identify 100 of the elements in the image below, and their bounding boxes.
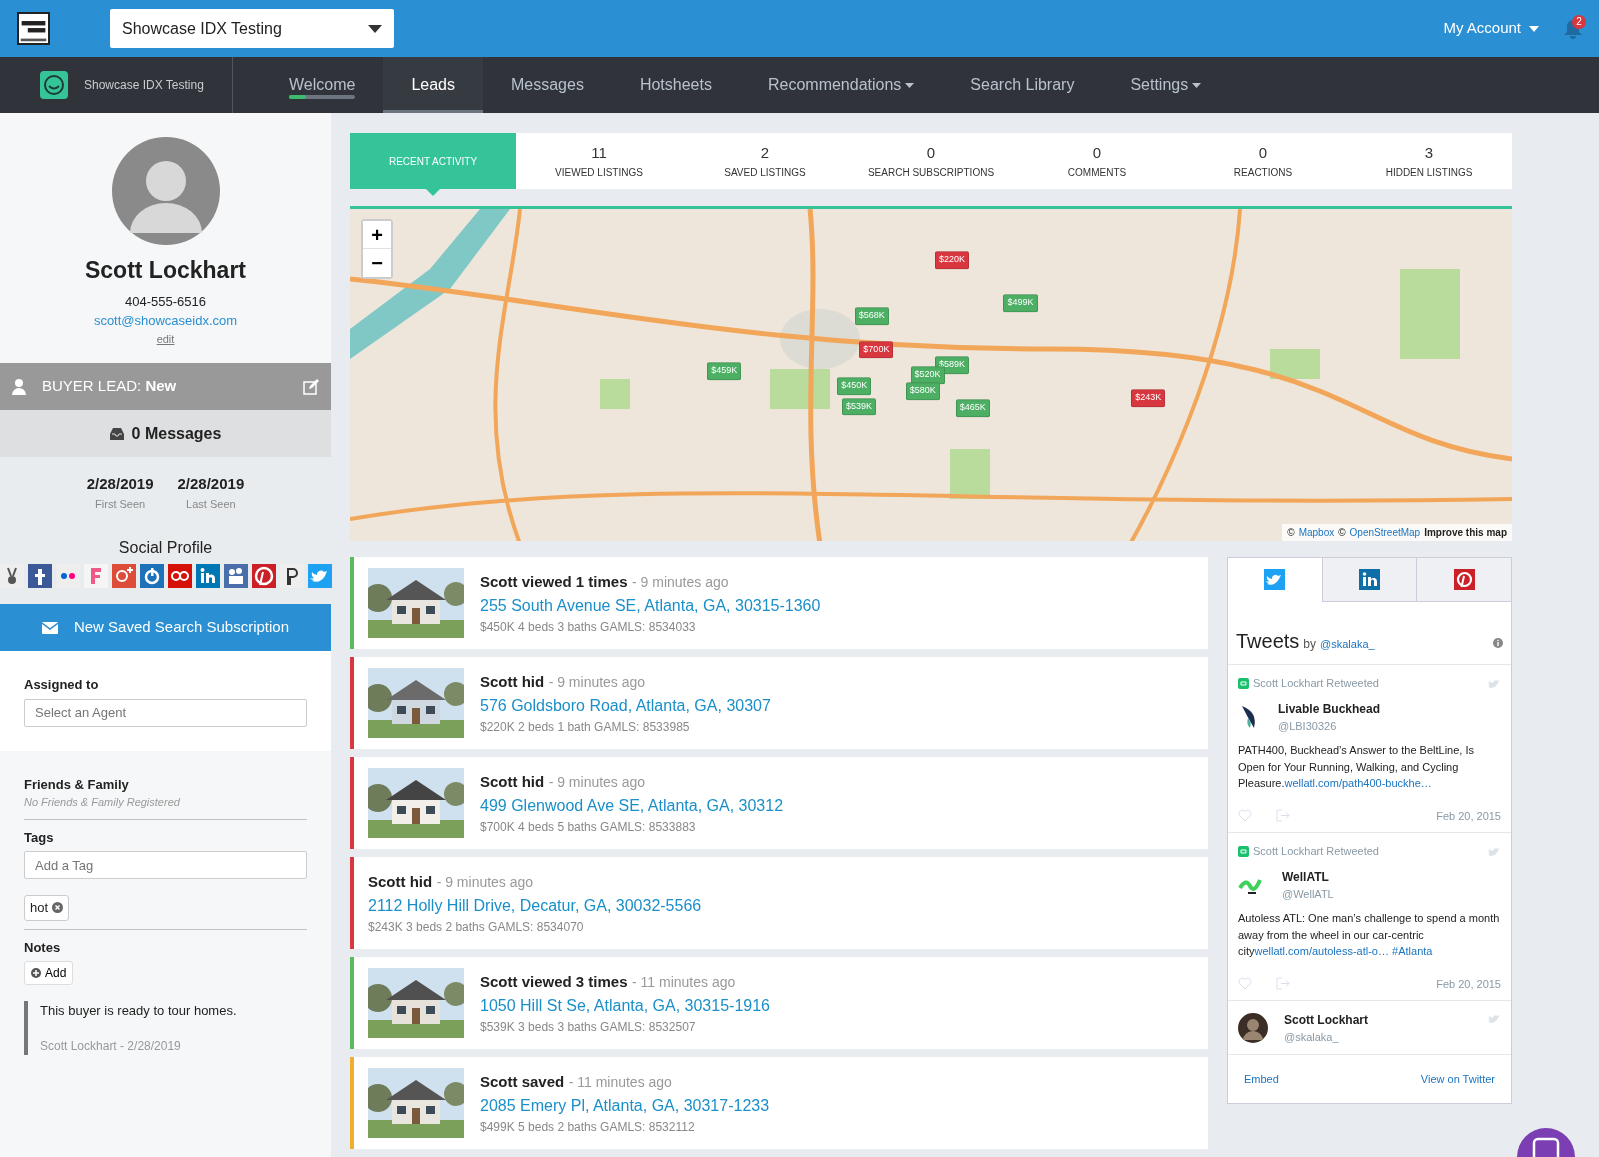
price-pin[interactable]: $220K (934, 251, 969, 270)
activity-tab[interactable]: 0 COMMENTS (1014, 133, 1180, 189)
social-tab[interactable] (1321, 558, 1417, 602)
activity-title: Scott hid (480, 773, 545, 790)
nav-tab[interactable]: Messages (483, 57, 612, 113)
tweet-link[interactable]: wellatl.com/path400-buckhe… (1284, 777, 1432, 789)
account-name: WellATL (1282, 868, 1330, 886)
activity-time: - 9 minutes ago (548, 774, 646, 790)
address-link[interactable]: 1050 Hill St Se, Atlanta, GA, 30315-1916 (480, 997, 770, 1014)
activity-time: - 9 minutes ago (632, 574, 729, 590)
activity-time: - 11 minutes ago (568, 1074, 672, 1090)
progress-bar (289, 95, 356, 99)
nav-tab[interactable]: Settings (1102, 57, 1230, 113)
envelope-icon (41, 621, 58, 634)
account-name: Scott Lockhart (1284, 1012, 1368, 1029)
caret-icon (368, 24, 382, 33)
lead-name: Scott Lockhart (85, 256, 246, 285)
account-handle: @WellATL (1282, 886, 1334, 902)
info-icon[interactable] (1493, 638, 1503, 648)
logo-icon[interactable] (17, 12, 50, 45)
social-icon[interactable] (195, 564, 220, 588)
field-label: Assigned to (24, 676, 100, 694)
social-icon[interactable] (223, 564, 248, 588)
address-link[interactable]: 2085 Emery Pl, Atlanta, GA, 30317-1233 (480, 1097, 770, 1114)
social-tab[interactable] (1416, 558, 1511, 602)
nav-tab[interactable]: Leads (383, 57, 483, 113)
date-label: Last Seen (185, 496, 237, 512)
activity-title: Scott viewed 1 times (480, 573, 628, 590)
person-icon (12, 378, 26, 395)
social-icon[interactable] (251, 564, 276, 588)
price-pin[interactable]: $465K (955, 399, 990, 417)
section-title: Notes (24, 938, 62, 957)
note-meta: Scott Lockhart - 2/28/2019 (40, 1037, 182, 1055)
tweet-text: PATH400, Buckhead’s Answer to the BeltLine, Is Open for Your Running, Walking, and Cycling Pleasure.wellatl.com/path400-buckhe… (1238, 743, 1476, 791)
copyright-mark: © (1338, 526, 1346, 540)
by-label: by (1303, 636, 1317, 653)
social-icon[interactable] (139, 564, 164, 588)
activity-tab[interactable]: 11 VIEWED LISTINGS (516, 133, 682, 189)
improve-map-link[interactable]: Improve this map (1424, 525, 1507, 540)
address-link[interactable]: 576 Goldsboro Road, Atlanta, GA, 30307 (480, 697, 771, 714)
zoom-in-button[interactable]: + (363, 221, 391, 249)
attribution-link[interactable]: OpenStreetMap (1349, 525, 1421, 540)
price-pin[interactable]: $700K (859, 341, 894, 359)
listing-details: $499K 5 beds 2 baths GAMLS: 8532112 (480, 1119, 696, 1136)
footer-link[interactable]: View on Twitter (1420, 1070, 1495, 1087)
agent-select[interactable]: Select an Agent (24, 698, 307, 727)
tweets-title: Tweets (1236, 629, 1300, 654)
tag-input[interactable]: Add a Tag (24, 851, 307, 879)
handle-link[interactable]: @skalaka_ (1320, 636, 1375, 653)
address-link[interactable]: 499 Glenwood Ave SE, Atlanta, GA, 30312 (480, 797, 784, 814)
edit-link[interactable]: edit (156, 330, 175, 347)
tweet-date: Feb 20, 2015 (1436, 976, 1501, 992)
activity-time: - 9 minutes ago (548, 674, 646, 690)
attribution-link[interactable]: Mapbox (1298, 525, 1335, 540)
tweet-text: Autoless ATL: One man’s challenge to spend a month away from the wheel in our car-centric citywellatl.com/autoless-atl-o… #Atlanta (1238, 911, 1501, 959)
price-pin[interactable]: $243K (1131, 389, 1166, 407)
retweet-label: Scott Lockhart Retweeted (1253, 676, 1379, 691)
activity-time: - 9 minutes ago (436, 874, 534, 890)
edit-icon[interactable] (303, 378, 319, 395)
activity-tab[interactable]: 0 REACTIONS (1180, 133, 1346, 189)
copyright-mark: © (1287, 526, 1295, 540)
activity-tab[interactable]: 2 SAVED LISTINGS (682, 133, 848, 189)
price-pin[interactable]: $568K (854, 307, 889, 325)
social-icon[interactable] (27, 564, 52, 588)
price-pin[interactable]: $499K (1003, 294, 1038, 313)
price-pin[interactable]: $580K (905, 382, 940, 400)
nav-tab[interactable]: Hotsheets (611, 57, 740, 113)
listing-details: $243K 3 beds 2 baths GAMLS: 8534070 (368, 919, 585, 936)
activity-tab[interactable]: 0 SEARCH SUBSCRIPTIONS (848, 133, 1014, 189)
tweet-link[interactable]: #Atlanta (1392, 945, 1433, 957)
listing-details: $450K 4 beds 3 baths GAMLS: 8534033 (480, 619, 697, 636)
plus-icon (31, 968, 41, 978)
in-icon (1359, 569, 1380, 590)
listing-details: $220K 2 beds 1 bath GAMLS: 8533985 (480, 719, 691, 736)
messages-count: 0 Messages (131, 423, 222, 444)
email-link[interactable]: scott@showcaseidx.com (93, 311, 238, 331)
social-icon[interactable] (167, 564, 192, 588)
nav-tab[interactable]: Welcome (261, 57, 384, 113)
price-pin[interactable]: $450K (837, 377, 872, 396)
account-menu[interactable]: My Account (1437, 16, 1545, 41)
tweet-link[interactable]: wellatl.com/autoless-atl-o… (1254, 945, 1389, 957)
activity-title: Scott hid (480, 673, 545, 690)
price-pin[interactable]: $459K (707, 362, 742, 380)
nav-tab[interactable]: Recommendations (739, 57, 943, 113)
add-button[interactable]: Add (24, 961, 74, 985)
brand-name: Showcase IDX Testing (84, 77, 204, 94)
retweet-icon (1238, 677, 1249, 689)
address-link[interactable]: 255 South Avenue SE, Atlanta, GA, 30315-1360 (480, 597, 821, 614)
phone-number: 404-555-6516 (125, 292, 206, 311)
footer-link[interactable]: Embed (1244, 1070, 1279, 1087)
address-link[interactable]: 2112 Holly Hill Drive, Decatur, GA, 30032-5566 (368, 897, 702, 914)
price-pin[interactable]: $520K (910, 366, 945, 384)
avatar (1238, 1013, 1268, 1044)
subscription-button[interactable]: New Saved Search Subscription (0, 604, 331, 651)
section-title: Social Profile (117, 538, 214, 558)
activity-tab[interactable]: 3 HIDDEN LISTINGS (1346, 133, 1512, 189)
close-icon[interactable] (52, 902, 64, 914)
chat-icon[interactable] (1517, 1125, 1575, 1157)
nav-tab[interactable]: Search Library (942, 57, 1103, 113)
site-select[interactable]: Showcase IDX Testing (110, 9, 394, 48)
